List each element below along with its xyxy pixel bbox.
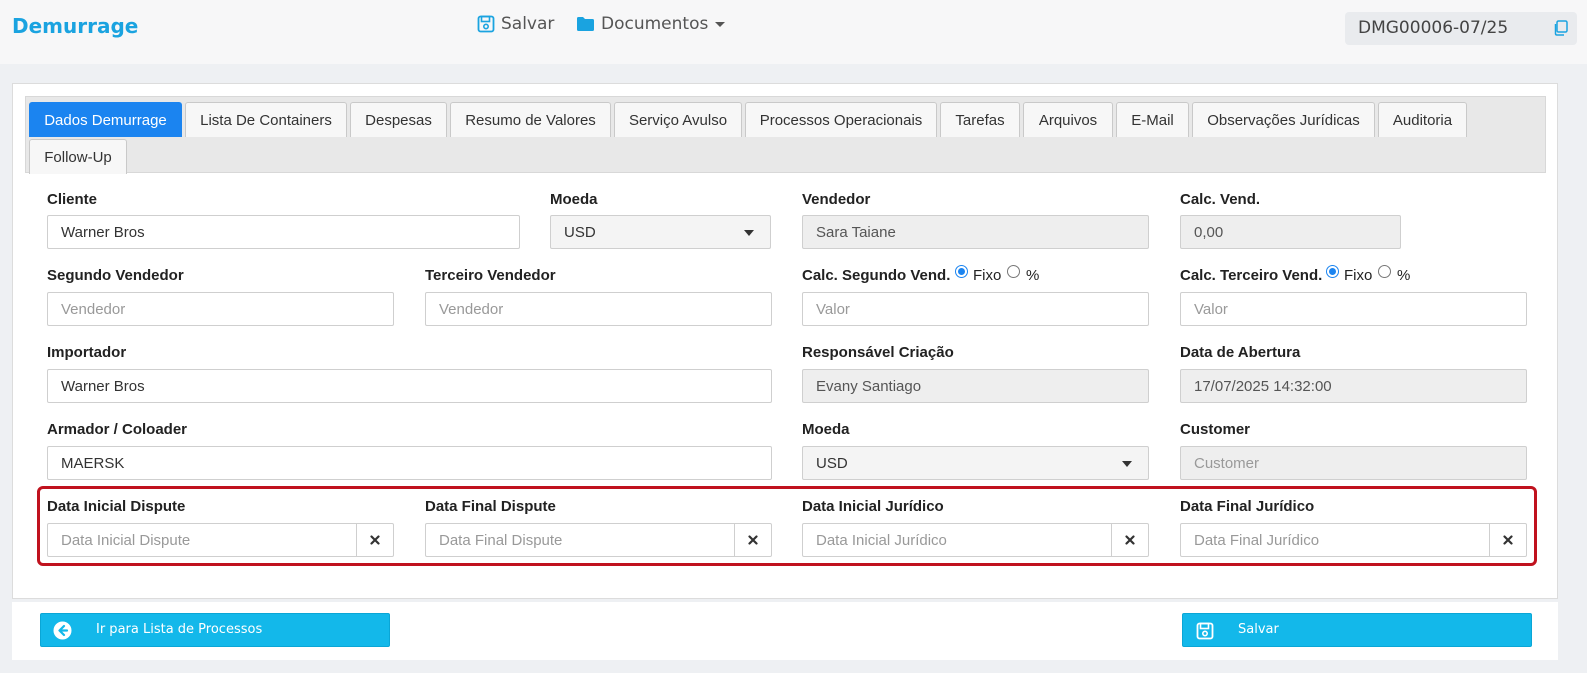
calc-segundo-fixo-label: Fixo: [973, 267, 1002, 284]
armador-label: Armador / Coloader: [47, 421, 188, 438]
tab-tarefas[interactable]: Tarefas: [940, 102, 1020, 137]
importador-input[interactable]: [47, 369, 772, 403]
calc-terceiro-vend-label: Calc. Terceiro Vend.: [1180, 267, 1323, 284]
caret-down-icon: [715, 21, 726, 27]
data-final-dispute-input[interactable]: [425, 523, 735, 557]
calc-terceiro-vend-input[interactable]: [1180, 292, 1527, 326]
calc-segundo-percent-radio[interactable]: [1007, 265, 1020, 278]
tab-observacoes-juridicas[interactable]: Observações Jurídicas: [1192, 102, 1375, 137]
floppy-disk-icon: [1196, 622, 1214, 640]
armador-input[interactable]: [47, 446, 772, 480]
tab-follow-up[interactable]: Follow-Up: [29, 139, 127, 174]
toolbar-save-button[interactable]: Salvar: [477, 14, 554, 34]
calc-terceiro-percent-radio[interactable]: [1378, 265, 1391, 278]
data-abertura-label: Data de Abertura: [1180, 344, 1301, 361]
moeda-label: Moeda: [550, 191, 598, 208]
responsavel-criacao-label: Responsável Criação: [802, 344, 954, 361]
tab-arquivos[interactable]: Arquivos: [1023, 102, 1113, 137]
close-icon: [1503, 535, 1513, 545]
data-abertura-input: [1180, 369, 1527, 403]
moeda-2-select[interactable]: USD: [802, 446, 1149, 480]
copy-icon[interactable]: [1553, 20, 1568, 36]
customer-input: [1180, 446, 1527, 480]
save-button-label: Salvar: [1238, 622, 1279, 637]
data-inicial-juridico-input[interactable]: [802, 523, 1112, 557]
folder-icon: [577, 17, 594, 31]
moeda-2-select-value: USD: [816, 454, 848, 472]
calc-segundo-vend-input[interactable]: [802, 292, 1149, 326]
calc-segundo-percent-label: %: [1026, 267, 1040, 284]
data-inicial-dispute-label: Data Inicial Dispute: [47, 498, 186, 515]
data-final-dispute-label: Data Final Dispute: [425, 498, 556, 515]
app-title: Demurrage: [12, 14, 139, 38]
calc-vend-input: [1180, 215, 1401, 249]
close-icon: [1125, 535, 1135, 545]
tab-auditoria[interactable]: Auditoria: [1378, 102, 1467, 137]
tab-despesas[interactable]: Despesas: [350, 102, 447, 137]
calc-terceiro-percent-label: %: [1397, 267, 1411, 284]
close-icon: [748, 535, 758, 545]
data-final-juridico-label: Data Final Jurídico: [1180, 498, 1315, 515]
tab-resumo-de-valores[interactable]: Resumo de Valores: [450, 102, 611, 137]
toolbar-documents-label: Documentos: [601, 14, 709, 34]
data-inicial-dispute-input[interactable]: [47, 523, 357, 557]
save-button[interactable]: Salvar: [1182, 613, 1532, 647]
calc-terceiro-fixo-radio[interactable]: [1326, 265, 1339, 278]
close-icon: [370, 535, 380, 545]
cliente-label: Cliente: [47, 191, 98, 208]
segundo-vendedor-label: Segundo Vendedor: [47, 267, 184, 284]
tab-processos-operacionais[interactable]: Processos Operacionais: [745, 102, 937, 137]
responsavel-criacao-input: [802, 369, 1149, 403]
vendedor-input: [802, 215, 1149, 249]
process-code-box: DMG00006-07/25: [1345, 12, 1577, 45]
moeda-2-label: Moeda: [802, 421, 850, 438]
calc-terceiro-fixo-label: Fixo: [1344, 267, 1373, 284]
tab-servico-avulso[interactable]: Serviço Avulso: [614, 102, 742, 137]
calc-segundo-fixo-radio[interactable]: [955, 265, 968, 278]
process-code: DMG00006-07/25: [1358, 18, 1509, 38]
clear-data-final-dispute-button[interactable]: [735, 523, 772, 557]
go-to-process-list-button[interactable]: Ir para Lista de Processos: [40, 613, 390, 647]
go-to-process-list-label: Ir para Lista de Processos: [96, 622, 263, 637]
tab-dados-demurrage[interactable]: Dados Demurrage: [29, 102, 182, 137]
toolbar-documents-dropdown[interactable]: Documentos: [576, 14, 726, 34]
customer-label: Customer: [1180, 421, 1251, 438]
vendedor-label: Vendedor: [802, 191, 871, 208]
caret-down-icon: [744, 230, 754, 236]
tab-e-mail[interactable]: E-Mail: [1116, 102, 1189, 137]
terceiro-vendedor-label: Terceiro Vendedor: [425, 267, 556, 284]
clear-data-inicial-juridico-button[interactable]: [1112, 523, 1149, 557]
moeda-select-value: USD: [564, 223, 596, 241]
calc-vend-label: Calc. Vend.: [1180, 191, 1261, 208]
moeda-select[interactable]: USD: [550, 215, 771, 249]
data-final-juridico-input[interactable]: [1180, 523, 1490, 557]
caret-down-icon: [1122, 461, 1132, 467]
floppy-disk-icon: [477, 15, 495, 33]
terceiro-vendedor-input[interactable]: [425, 292, 772, 326]
data-inicial-juridico-label: Data Inicial Jurídico: [802, 498, 944, 515]
tab-lista-de-containers[interactable]: Lista De Containers: [185, 102, 347, 137]
calc-segundo-vend-label: Calc. Segundo Vend.: [802, 267, 951, 284]
cliente-input[interactable]: [47, 215, 520, 249]
arrow-circle-left-icon: [53, 621, 72, 640]
clear-data-inicial-dispute-button[interactable]: [357, 523, 394, 557]
importador-label: Importador: [47, 344, 127, 361]
segundo-vendedor-input[interactable]: [47, 292, 394, 326]
top-bar: Demurrage Salvar Documentos DMG00006-07/…: [0, 0, 1587, 64]
clear-data-final-juridico-button[interactable]: [1490, 523, 1527, 557]
toolbar-save-label: Salvar: [501, 14, 555, 34]
